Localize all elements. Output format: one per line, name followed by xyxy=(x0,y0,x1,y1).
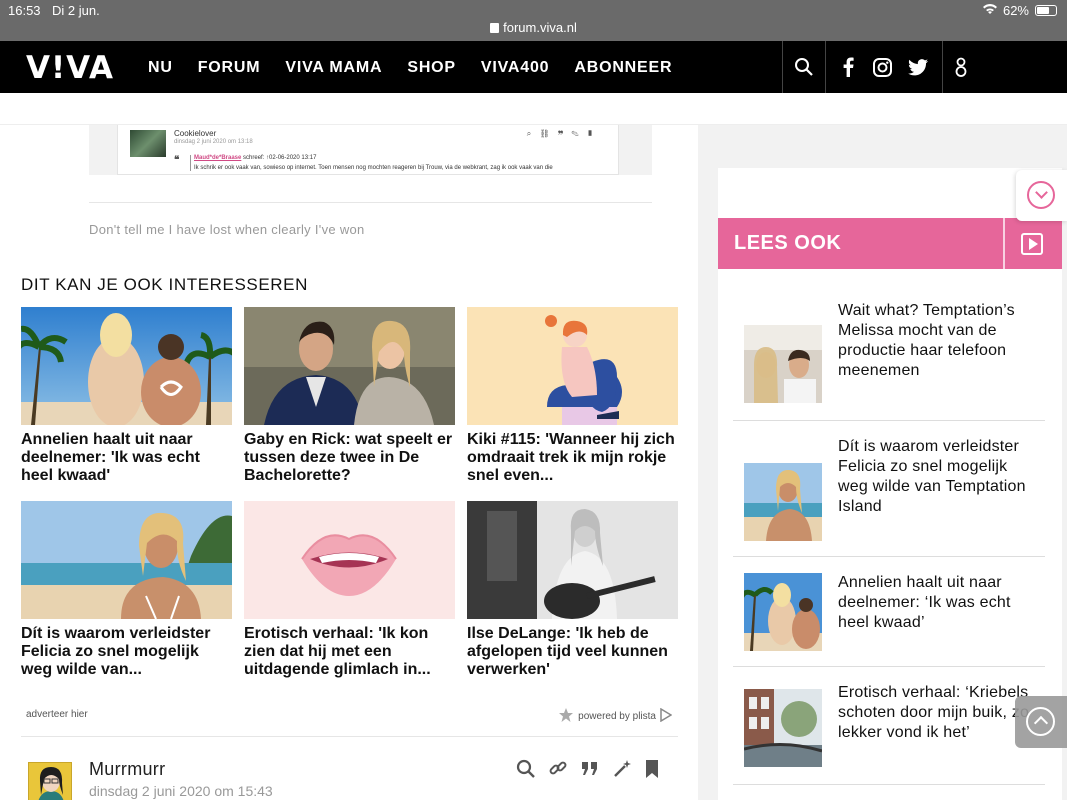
forum-content: Cookielover dinsdag 2 juni 2020 om 13:18… xyxy=(0,125,698,800)
collapse-widget-button[interactable] xyxy=(1016,170,1067,221)
plista-logo-icon xyxy=(558,707,574,726)
nav-icons xyxy=(782,41,1067,93)
chevron-up-icon xyxy=(1026,707,1055,736)
nav-link-forum[interactable]: FORUM xyxy=(198,59,261,77)
viva-logo[interactable]: V!VA xyxy=(26,50,114,86)
chevron-down-icon xyxy=(1027,181,1055,209)
lock-icon xyxy=(490,23,500,33)
quoted-post-date: dinsdag 2 juni 2020 om 13:18 xyxy=(174,139,253,145)
nav-link-shop[interactable]: SHOP xyxy=(407,59,456,77)
related-card[interactable]: Kiki #115: 'Wanneer hij zich omdraait tr… xyxy=(467,307,678,485)
bookmark-icon[interactable] xyxy=(644,759,660,784)
post-tools xyxy=(516,759,660,784)
lees-ook-widget: LEES OOK Wait what? Temptation’s Melissa… xyxy=(718,168,1062,800)
card-title[interactable]: Annelien haalt uit naar deelnemer: 'Ik w… xyxy=(21,431,232,485)
article-title[interactable]: Annelien haalt uit naar deelnemer: ‘Ik w… xyxy=(838,573,1038,633)
user-icon[interactable] xyxy=(943,41,979,93)
related-heading: DIT KAN JE OOK INTERESSEREN xyxy=(21,275,308,294)
magic-wand-icon[interactable] xyxy=(612,759,632,784)
article-thumbnail[interactable] xyxy=(744,463,822,541)
post-signature: Don't tell me I have lost when clearly I… xyxy=(89,222,365,237)
nav-link-abonneer[interactable]: ABONNEER xyxy=(574,59,672,77)
wifi-icon xyxy=(982,3,997,18)
signature-divider xyxy=(89,202,652,203)
lips-illustration[interactable] xyxy=(244,501,455,619)
url-text: forum.viva.nl xyxy=(503,20,577,35)
beach-woman-photo[interactable] xyxy=(21,501,232,619)
advertise-link[interactable]: adverteer hier xyxy=(26,709,88,720)
search-icon[interactable] xyxy=(516,759,536,784)
nav-link-viva-mama[interactable]: VIVA MAMA xyxy=(285,59,382,77)
search-icon[interactable] xyxy=(783,41,825,93)
related-card[interactable]: Dít is waarom verleidster Felicia zo sne… xyxy=(21,501,232,679)
related-card[interactable]: Ilse DeLange: 'Ik heb de afgelopen tijd … xyxy=(467,501,678,679)
plista-text: powered by plista xyxy=(578,711,656,722)
header-divider xyxy=(1003,218,1005,269)
scroll-to-top-button[interactable] xyxy=(1015,696,1067,748)
article-title[interactable]: Wait what? Temptation’s Melissa mocht va… xyxy=(838,301,1038,381)
main-nav: NU FORUM VIVA MAMA SHOP VIVA400 ABONNEER xyxy=(148,59,672,77)
related-card[interactable]: Gaby en Rick: wat speelt er tussen deze … xyxy=(244,307,455,485)
quote-author-link[interactable]: Maud*de*Braase xyxy=(194,155,241,161)
site-navbar: V!VA NU FORUM VIVA MAMA SHOP VIVA400 ABO… xyxy=(0,41,1067,93)
card-title[interactable]: Kiki #115: 'Wanneer hij zich omdraait tr… xyxy=(467,431,678,485)
couple-photo[interactable] xyxy=(244,307,455,425)
ios-status-bar: 16:53 Di 2 jun. forum.viva.nl 62% xyxy=(0,0,1067,41)
singer-guitar-photo[interactable] xyxy=(467,501,678,619)
quoted-post-preview: Cookielover dinsdag 2 juni 2020 om 13:18… xyxy=(89,125,652,175)
facebook-icon[interactable] xyxy=(832,41,864,93)
instagram-icon[interactable] xyxy=(864,41,900,93)
sidebar-article[interactable]: Dít is waarom verleidster Felicia zo sne… xyxy=(733,421,1045,557)
post-tools[interactable]: ⌕ ⛓ ❞ ✎ ▮ xyxy=(527,129,596,139)
lees-ook-title: LEES OOK xyxy=(734,232,842,254)
quote-icon[interactable] xyxy=(580,759,600,784)
sub-header-bar xyxy=(0,93,1067,125)
quote-text: Ik schrik er ook vaak van, sowieso op in… xyxy=(194,165,553,171)
beach-couple-photo[interactable] xyxy=(21,307,232,425)
twitter-icon[interactable] xyxy=(900,41,936,93)
sidebar-article[interactable]: Erotisch verhaal: ‘Kriebels schoten door… xyxy=(733,667,1045,785)
avatar[interactable] xyxy=(130,130,166,157)
nav-link-nu[interactable]: NU xyxy=(148,59,173,77)
quote-header: Maud*de*Braase schreef: ↑02-06-2020 13:1… xyxy=(194,155,316,161)
status-date: Di 2 jun. xyxy=(52,3,100,18)
article-thumbnail[interactable] xyxy=(744,689,822,767)
card-title[interactable]: Ilse DeLange: 'Ik heb de afgelopen tijd … xyxy=(467,625,678,679)
related-card[interactable]: Erotisch verhaal: 'Ik kon zien dat hij m… xyxy=(244,501,455,679)
address-bar[interactable]: forum.viva.nl xyxy=(0,20,1067,35)
article-title[interactable]: Erotisch verhaal: ‘Kriebels schoten door… xyxy=(838,683,1038,743)
avatar[interactable] xyxy=(28,762,72,800)
status-time: 16:53 xyxy=(8,3,41,18)
play-icon[interactable] xyxy=(1021,233,1043,255)
battery-percentage: 62% xyxy=(1002,3,1029,18)
related-card[interactable]: Annelien haalt uit naar deelnemer: 'Ik w… xyxy=(21,307,232,485)
quoted-post-username[interactable]: Cookielover xyxy=(174,129,216,138)
sidebar-article[interactable]: Annelien haalt uit naar deelnemer: ‘Ik w… xyxy=(733,557,1045,667)
article-thumbnail[interactable] xyxy=(744,573,822,651)
battery-icon xyxy=(1035,5,1057,16)
lees-ook-header: LEES OOK xyxy=(718,218,1062,269)
article-thumbnail[interactable] xyxy=(744,325,822,403)
article-title[interactable]: Dít is waarom verleidster Felicia zo sne… xyxy=(838,437,1038,517)
illustration-girl[interactable] xyxy=(467,307,678,425)
post-date: dinsdag 2 juni 2020 om 15:43 xyxy=(89,783,273,799)
post-username[interactable]: Murrmurr xyxy=(89,759,165,780)
status-right: 62% xyxy=(982,3,1057,18)
plista-badge[interactable]: powered by plista xyxy=(558,707,673,726)
play-triangle-icon xyxy=(660,707,673,725)
link-icon[interactable] xyxy=(548,759,568,784)
quote-meta: schreef: ↑02-06-2020 13:17 xyxy=(243,155,317,161)
quote-icon: ❝ xyxy=(174,155,180,166)
card-title[interactable]: Gaby en Rick: wat speelt er tussen deze … xyxy=(244,431,455,485)
card-title[interactable]: Dít is waarom verleidster Felicia zo sne… xyxy=(21,625,232,679)
social-icons xyxy=(826,41,942,93)
quoted-post-card: Cookielover dinsdag 2 juni 2020 om 13:18… xyxy=(117,125,619,175)
quote-bar xyxy=(190,155,191,171)
ad-row: adverteer hier powered by plista xyxy=(21,701,678,737)
sidebar-article[interactable]: Wait what? Temptation’s Melissa mocht va… xyxy=(733,285,1045,421)
nav-link-viva400[interactable]: VIVA400 xyxy=(481,59,549,77)
card-title[interactable]: Erotisch verhaal: 'Ik kon zien dat hij m… xyxy=(244,625,455,679)
